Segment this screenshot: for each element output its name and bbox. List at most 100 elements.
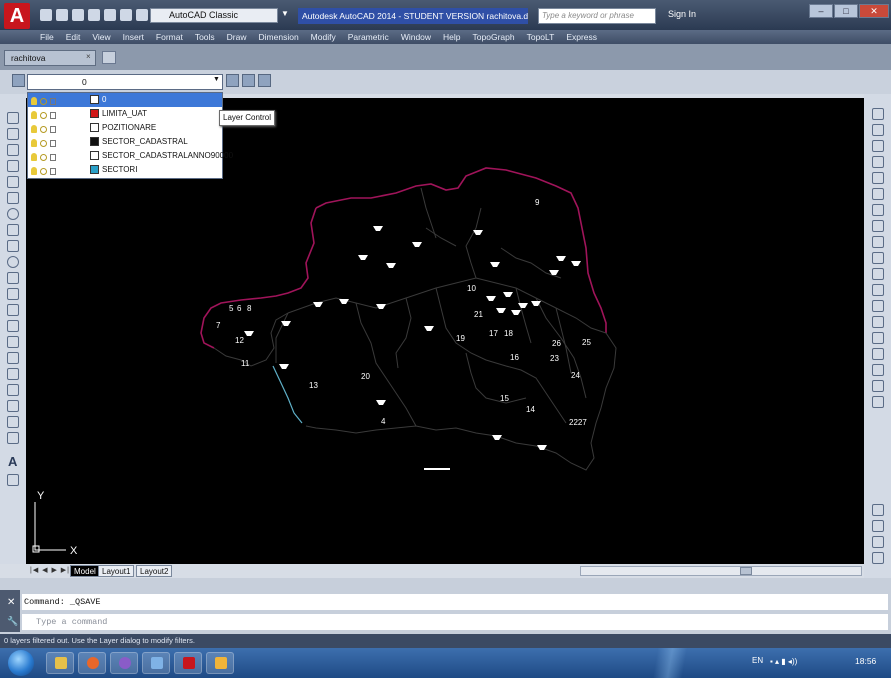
break-at-point-icon[interactable] xyxy=(872,284,884,296)
menu-edit[interactable]: Edit xyxy=(60,30,87,44)
menu-insert[interactable]: Insert xyxy=(117,30,150,44)
menu-window[interactable]: Window xyxy=(395,30,437,44)
layer-properties-icon[interactable] xyxy=(12,74,25,87)
tab-layout2[interactable]: Layout2 xyxy=(136,565,173,577)
taskbar-explorer-icon[interactable] xyxy=(46,652,74,674)
offset-icon[interactable] xyxy=(872,156,884,168)
add-selected-icon[interactable] xyxy=(7,474,19,486)
layer-previous-icon[interactable] xyxy=(242,74,255,87)
multiline-text-icon[interactable]: A xyxy=(8,454,17,469)
menu-dimension[interactable]: Dimension xyxy=(253,30,305,44)
menu-view[interactable]: View xyxy=(86,30,116,44)
file-tab-rachitova[interactable]: rachitova xyxy=(4,50,96,66)
taskbar-clock[interactable]: 18:56 xyxy=(855,656,876,666)
ellipse-icon[interactable] xyxy=(7,256,19,268)
menu-tools[interactable]: Tools xyxy=(189,30,221,44)
break-icon[interactable] xyxy=(872,300,884,312)
tab-model[interactable]: Model xyxy=(70,565,100,577)
array-icon[interactable] xyxy=(872,172,884,184)
menu-draw[interactable]: Draw xyxy=(221,30,253,44)
measure-icon[interactable] xyxy=(872,536,884,548)
menu-modify[interactable]: Modify xyxy=(305,30,342,44)
horizontal-scrollbar[interactable] xyxy=(580,566,862,576)
taskbar-browser-icon[interactable] xyxy=(78,652,106,674)
close-button[interactable]: ✕ xyxy=(859,4,889,18)
save-as-icon[interactable] xyxy=(88,9,100,21)
layout-nav-arrows-icon[interactable]: |◀ ◀ ▶ ▶| xyxy=(30,566,70,574)
scale-icon[interactable] xyxy=(872,220,884,232)
match-properties-icon[interactable] xyxy=(872,520,884,532)
stretch-icon[interactable] xyxy=(872,236,884,248)
menu-topolt[interactable]: TopoLT xyxy=(521,30,561,44)
join-icon[interactable] xyxy=(872,316,884,328)
rectangle-icon[interactable] xyxy=(7,176,19,188)
gradient-icon[interactable] xyxy=(7,352,19,364)
hatch-icon[interactable] xyxy=(7,336,19,348)
menu-topograph[interactable]: TopoGraph xyxy=(467,30,521,44)
undo-icon[interactable] xyxy=(120,9,132,21)
arc-icon[interactable] xyxy=(7,192,19,204)
chamfer-icon[interactable] xyxy=(872,332,884,344)
make-block-icon[interactable] xyxy=(7,304,19,316)
mirror-icon[interactable] xyxy=(872,140,884,152)
ellipse-arc-icon[interactable] xyxy=(7,272,19,284)
polygon-icon[interactable] xyxy=(7,160,19,172)
redo-icon[interactable] xyxy=(136,9,148,21)
fillet-icon[interactable] xyxy=(872,348,884,360)
layer-item-sector-cadastral-anno[interactable]: SECTOR_CADASTRALANNO90000 xyxy=(28,149,233,163)
maximize-button[interactable]: □ xyxy=(834,4,858,18)
taskbar-autocad-icon[interactable] xyxy=(174,652,202,674)
trim-icon[interactable] xyxy=(872,252,884,264)
menu-parametric[interactable]: Parametric xyxy=(342,30,395,44)
print-icon[interactable] xyxy=(104,9,116,21)
menu-help[interactable]: Help xyxy=(437,30,466,44)
construction-line-icon[interactable] xyxy=(7,128,19,140)
properties-icon[interactable] xyxy=(872,504,884,516)
boundary-icon[interactable] xyxy=(7,400,19,412)
table-icon[interactable] xyxy=(7,384,19,396)
copy-icon[interactable] xyxy=(872,124,884,136)
layer-item-0[interactable]: 0 xyxy=(28,93,222,107)
scrollbar-thumb[interactable] xyxy=(740,567,752,575)
open-file-icon[interactable] xyxy=(56,9,68,21)
revision-cloud-icon[interactable] xyxy=(7,224,19,236)
layer-control-select[interactable]: 0 xyxy=(27,74,223,90)
blend-curves-icon[interactable] xyxy=(872,364,884,376)
rotate-icon[interactable] xyxy=(872,204,884,216)
region-icon[interactable] xyxy=(7,368,19,380)
taskbar-folder-icon[interactable] xyxy=(206,652,234,674)
autocad-logo-icon[interactable]: A xyxy=(4,3,30,29)
layer-item-limita-uat[interactable]: LIMITA_UAT xyxy=(28,107,222,121)
minimize-button[interactable]: – xyxy=(809,4,833,18)
vertical-scrollbar-thumb[interactable] xyxy=(872,396,884,408)
insert-block-icon[interactable] xyxy=(7,288,19,300)
layer-states-icon[interactable] xyxy=(258,74,271,87)
chevron-down-icon[interactable]: ▼ xyxy=(213,76,220,83)
layer-item-sectori[interactable]: SECTORI xyxy=(28,163,222,177)
make-current-layer-icon[interactable] xyxy=(226,74,239,87)
layer-item-pozitionare[interactable]: POZITIONARE xyxy=(28,121,222,135)
line-tool-icon[interactable] xyxy=(7,112,19,124)
erase-icon[interactable] xyxy=(872,108,884,120)
new-tab-button[interactable] xyxy=(102,51,116,64)
workspace-dropdown[interactable]: AutoCAD Classic xyxy=(150,8,278,23)
menu-format[interactable]: Format xyxy=(150,30,189,44)
language-indicator[interactable]: EN xyxy=(752,656,763,665)
polyline-icon[interactable] xyxy=(7,144,19,156)
move-icon[interactable] xyxy=(872,188,884,200)
new-file-icon[interactable] xyxy=(40,9,52,21)
layer-item-sector-cadastral[interactable]: SECTOR_CADASTRAL xyxy=(28,135,222,149)
tab-layout1[interactable]: Layout1 xyxy=(98,565,135,577)
spline-icon[interactable] xyxy=(7,240,19,252)
chevron-down-icon[interactable]: ▼ xyxy=(281,9,289,18)
save-icon[interactable] xyxy=(72,9,84,21)
taskbar-media-icon[interactable] xyxy=(110,652,138,674)
help-icon[interactable] xyxy=(872,552,884,564)
tray-icons[interactable]: ▪ ▴ ▮ ◂)) xyxy=(770,657,797,666)
extend-icon[interactable] xyxy=(872,268,884,280)
wipeout-icon[interactable] xyxy=(7,416,19,428)
search-input[interactable]: Type a keyword or phrase xyxy=(538,8,656,24)
taskbar-notepad-icon[interactable] xyxy=(142,652,170,674)
start-button-icon[interactable] xyxy=(8,650,34,676)
menu-express[interactable]: Express xyxy=(560,30,603,44)
